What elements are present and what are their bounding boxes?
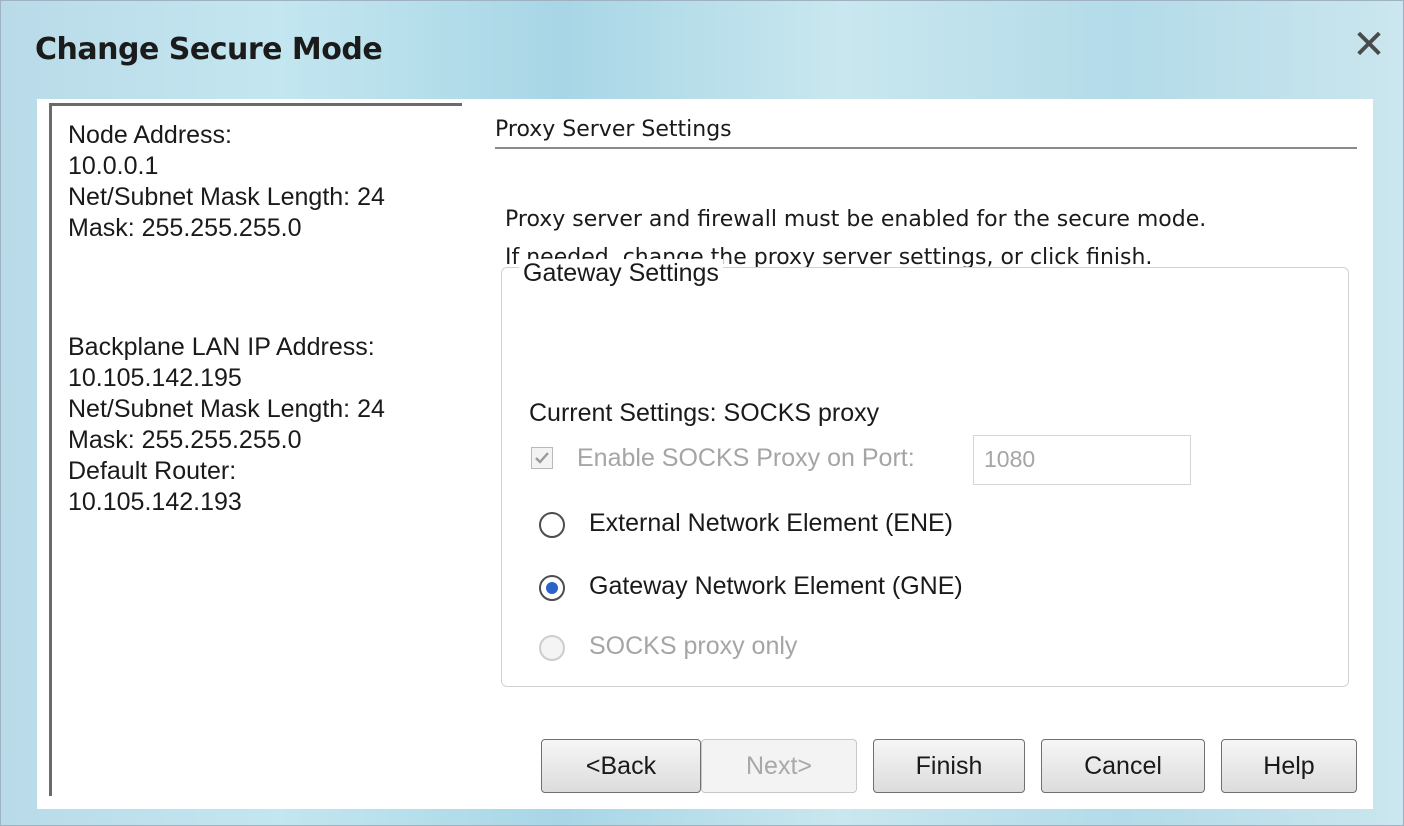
radio-socks-only-label: SOCKS proxy only [589,632,798,660]
checkmark-icon [535,452,549,464]
info-line: Net/Subnet Mask Length: 24 [68,183,385,211]
radio-gne-label[interactable]: Gateway Network Element (GNE) [589,572,963,601]
info-line: Mask: 255.255.255.0 [68,214,302,242]
info-line: 10.105.142.195 [68,364,242,392]
enable-socks-checkbox[interactable] [531,447,553,469]
radio-ene-label[interactable]: External Network Element (ENE) [589,509,953,538]
backplane-group: Backplane LAN IP Address: 10.105.142.195… [68,332,385,518]
node-info-panel: Node Address: 10.0.0.1 Net/Subnet Mask L… [49,103,462,796]
section-divider [495,147,1357,149]
finish-button[interactable]: Finish [873,739,1025,793]
dialog-title: Change Secure Mode [35,32,383,67]
radio-gne[interactable] [539,575,565,601]
info-line: Mask: 255.255.255.0 [68,426,302,454]
radio-socks-only [539,635,565,661]
info-line: Net/Subnet Mask Length: 24 [68,395,385,423]
help-button[interactable]: Help [1221,739,1357,793]
info-line: Node Address: [68,121,232,149]
gateway-settings-title: Gateway Settings [519,259,723,288]
node-address-group: Node Address: 10.0.0.1 Net/Subnet Mask L… [68,120,385,244]
back-button[interactable]: <Back [541,739,701,793]
description-line-1: Proxy server and firewall must be enable… [505,207,1207,232]
section-header: Proxy Server Settings [495,117,732,142]
close-icon[interactable]: ✕ [1347,25,1391,69]
radio-ene[interactable] [539,512,565,538]
gateway-settings-group [501,267,1349,687]
socks-port-input[interactable]: 1080 [973,435,1191,485]
current-settings-label: Current Settings: SOCKS proxy [529,399,880,427]
info-line: Default Router: [68,457,237,485]
cancel-button[interactable]: Cancel [1041,739,1205,793]
info-line: 10.105.142.193 [68,488,242,516]
dialog-window: Change Secure Mode ✕ Node Address: 10.0.… [0,0,1404,826]
next-button: Next> [701,739,857,793]
info-line: Backplane LAN IP Address: [68,333,375,361]
enable-socks-label: Enable SOCKS Proxy on Port: [577,444,915,472]
info-line: 10.0.0.1 [68,152,159,180]
